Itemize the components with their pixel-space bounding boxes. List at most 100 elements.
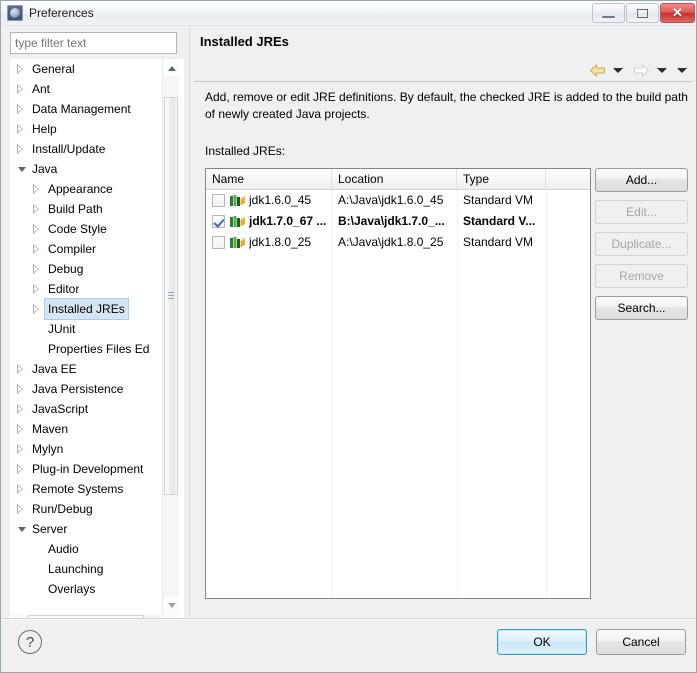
ok-button[interactable]: OK — [497, 629, 587, 655]
cancel-button[interactable]: Cancel — [596, 629, 686, 655]
sidebar-item-installed-jres[interactable]: Installed JREs — [10, 299, 166, 319]
preferences-tree[interactable]: General Ant Data Management Help Install/Upd… — [10, 59, 184, 630]
window-title: Preferences — [29, 6, 94, 20]
sidebar-item-java-persistence[interactable]: Java Persistence — [10, 379, 166, 399]
sidebar-item-ant[interactable]: Ant — [10, 79, 166, 99]
chevron-right-icon[interactable] — [17, 484, 23, 494]
cell-location: B:\Java\jdk1.7.0_... — [338, 214, 445, 228]
tree-vertical-scrollbar[interactable] — [162, 59, 179, 614]
chevron-right-icon[interactable] — [17, 464, 23, 474]
chevron-right-icon[interactable] — [17, 124, 23, 134]
arrow-left-icon[interactable] — [589, 64, 606, 77]
table-row[interactable]: jdk1.7.0_67 ... B:\Java\jdk1.7.0_... Stand… — [206, 211, 590, 232]
sidebar-item-java-ee[interactable]: Java EE — [10, 359, 166, 379]
duplicate-button: Duplicate... — [595, 232, 688, 256]
chevron-right-icon[interactable] — [33, 244, 39, 254]
forward-history-chevron-down-icon[interactable] — [657, 68, 667, 73]
chevron-right-icon[interactable] — [33, 284, 39, 294]
jre-default-checkbox[interactable] — [212, 236, 225, 249]
sidebar-item-java[interactable]: Java — [10, 159, 166, 179]
chevron-down-icon[interactable] — [18, 527, 26, 532]
sidebar-item-install-update[interactable]: Install/Update — [10, 139, 166, 159]
sidebar-item-remote-systems[interactable]: Remote Systems — [10, 479, 166, 499]
jre-library-icon — [230, 236, 246, 250]
sidebar-item-code-style[interactable]: Code Style — [10, 219, 166, 239]
cell-name: jdk1.7.0_67 ... — [249, 214, 327, 228]
scroll-down-arrow-icon[interactable] — [163, 597, 179, 614]
sidebar-item-label: Compiler — [48, 242, 97, 256]
sidebar-item-label: Data Management — [32, 102, 131, 116]
table-row[interactable]: jdk1.8.0_25 A:\Java\jdk1.8.0_25 Standard V… — [206, 232, 590, 253]
sidebar-item-help[interactable]: Help — [10, 119, 166, 139]
tree-vertical-scroll-thumb[interactable] — [164, 97, 178, 495]
sidebar-item-general[interactable]: General — [10, 59, 166, 79]
sidebar-item-label: JavaScript — [32, 402, 89, 416]
cell-type: Standard V... — [463, 214, 536, 228]
chevron-right-icon[interactable] — [17, 424, 23, 434]
add-button[interactable]: Add... — [595, 168, 688, 192]
chevron-right-icon[interactable] — [17, 384, 23, 394]
minimize-button[interactable] — [592, 3, 625, 23]
sidebar-item-mylyn[interactable]: Mylyn — [10, 439, 166, 459]
chevron-right-icon[interactable] — [17, 144, 23, 154]
chevron-right-icon[interactable] — [33, 204, 39, 214]
chevron-right-icon[interactable] — [17, 504, 23, 514]
sidebar-item-audio[interactable]: Audio — [10, 539, 166, 559]
sidebar-item-label: Installed JREs — [45, 299, 128, 319]
sidebar-item-label: Appearance — [48, 182, 113, 196]
sidebar-item-appearance[interactable]: Appearance — [10, 179, 166, 199]
cell-name: jdk1.6.0_45 — [249, 193, 312, 207]
sidebar-item-label: Audio — [48, 542, 79, 556]
sidebar-item-debug[interactable]: Debug — [10, 259, 166, 279]
sidebar-item-plug-in-development[interactable]: Plug-in Development — [10, 459, 166, 479]
cell-type: Standard VM — [463, 235, 534, 249]
sidebar-item-label: Code Style — [48, 222, 107, 236]
jre-library-icon — [230, 194, 246, 208]
scroll-up-arrow-icon[interactable] — [163, 59, 179, 76]
sidebar-item-maven[interactable]: Maven — [10, 419, 166, 439]
sidebar-item-label: Debug — [48, 262, 84, 276]
sidebar-item-run-debug[interactable]: Run/Debug — [10, 499, 166, 519]
search-button[interactable]: Search... — [595, 296, 688, 320]
sidebar-item-compiler[interactable]: Compiler — [10, 239, 166, 259]
chevron-right-icon[interactable] — [17, 364, 23, 374]
table-row[interactable]: jdk1.6.0_45 A:\Java\jdk1.6.0_45 Standard V… — [206, 190, 590, 211]
chevron-right-icon[interactable] — [17, 404, 23, 414]
chevron-right-icon[interactable] — [33, 224, 39, 234]
chevron-right-icon[interactable] — [33, 264, 39, 274]
chevron-right-icon[interactable] — [33, 304, 39, 314]
sidebar-item-junit[interactable]: JUnit — [10, 319, 166, 339]
column-header-name[interactable]: Name — [206, 169, 332, 189]
back-history-chevron-down-icon[interactable] — [613, 68, 623, 73]
page-title: Installed JREs — [200, 34, 289, 49]
close-button[interactable]: ✕ — [660, 3, 695, 23]
sidebar-item-editor[interactable]: Editor — [10, 279, 166, 299]
column-header-spacer — [546, 169, 590, 189]
filter-input[interactable] — [10, 32, 177, 54]
page-menu-chevron-down-icon[interactable] — [677, 68, 687, 73]
sidebar-item-server[interactable]: Server — [10, 519, 166, 539]
installed-jres-table[interactable]: Name Location Type jdk1.6.0_45 A:\Java\jdk1… — [205, 168, 591, 599]
chevron-right-icon[interactable] — [33, 184, 39, 194]
cell-location: A:\Java\jdk1.6.0_45 — [338, 193, 444, 207]
sidebar-item-javascript[interactable]: JavaScript — [10, 399, 166, 419]
chevron-right-icon[interactable] — [17, 444, 23, 454]
chevron-right-icon[interactable] — [17, 64, 23, 74]
sidebar-item-build-path[interactable]: Build Path — [10, 199, 166, 219]
jre-default-checkbox[interactable] — [212, 194, 225, 207]
sidebar-item-label: Mylyn — [32, 442, 64, 456]
sidebar-item-properties-files-ed[interactable]: Properties Files Ed — [10, 339, 166, 359]
chevron-down-icon[interactable] — [18, 167, 26, 172]
maximize-button[interactable] — [626, 3, 659, 23]
sidebar-item-label: JUnit — [48, 322, 76, 336]
chevron-right-icon[interactable] — [17, 84, 23, 94]
jre-default-checkbox[interactable] — [212, 215, 225, 228]
column-header-location[interactable]: Location — [332, 169, 457, 189]
column-header-type[interactable]: Type — [457, 169, 546, 189]
help-question-icon[interactable]: ? — [18, 630, 42, 654]
chevron-right-icon[interactable] — [17, 104, 23, 114]
sidebar-item-label: Editor — [48, 282, 80, 296]
sidebar-item-launching[interactable]: Launching — [10, 559, 166, 579]
sidebar-item-data-management[interactable]: Data Management — [10, 99, 166, 119]
sidebar-item-overlays[interactable]: Overlays — [10, 579, 166, 599]
